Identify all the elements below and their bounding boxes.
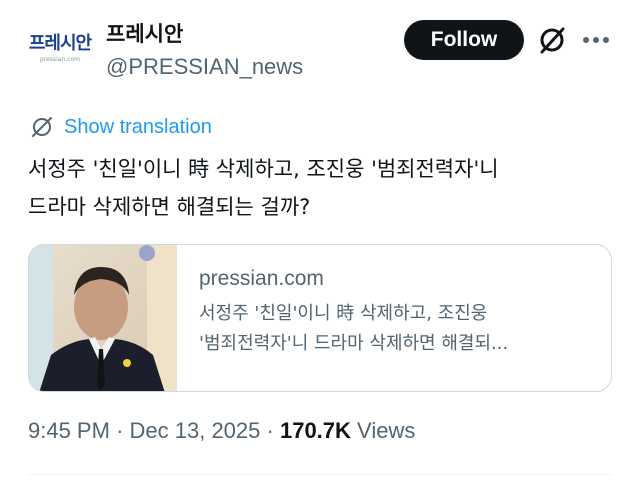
show-translation-link[interactable]: Show translation bbox=[30, 112, 212, 142]
views-count: 170.7K bbox=[279, 418, 351, 443]
card-thumbnail-image bbox=[29, 245, 177, 391]
meta-separator: · bbox=[116, 418, 124, 443]
account-avatar[interactable]: 프레시안 pressian.com bbox=[24, 20, 96, 76]
divider bbox=[28, 474, 612, 475]
more-dots-icon[interactable] bbox=[580, 26, 612, 54]
tweet-date[interactable]: Dec 13, 2025 bbox=[130, 418, 261, 443]
account-handle[interactable]: @PRESSIAN_news bbox=[106, 54, 303, 80]
card-domain: pressian.com bbox=[199, 267, 324, 290]
link-card[interactable]: pressian.com 서정주 '친일'이니 時 삭제하고, 조진웅 '범죄전… bbox=[28, 244, 612, 392]
follow-button[interactable]: Follow bbox=[404, 20, 524, 60]
account-display-name[interactable]: 프레시안 bbox=[106, 18, 183, 48]
tweet-header: 프레시안 pressian.com 프레시안 @PRESSIAN_news Fo… bbox=[0, 0, 640, 96]
meta-separator: · bbox=[266, 418, 274, 443]
tweet-time[interactable]: 9:45 PM bbox=[28, 418, 110, 443]
card-text: pressian.com 서정주 '친일'이니 時 삭제하고, 조진웅 '범죄전… bbox=[199, 267, 599, 359]
globe-icon bbox=[32, 117, 52, 137]
card-title: 서정주 '친일'이니 時 삭제하고, 조진웅 '범죄전력자'니 드라마 삭제하면… bbox=[199, 303, 509, 354]
show-translation-label: Show translation bbox=[64, 115, 212, 138]
avatar-logo-subtext: pressian.com bbox=[40, 55, 80, 63]
views-label: Views bbox=[357, 418, 416, 443]
avatar-logo-text: 프레시안 bbox=[28, 32, 92, 54]
tweet-meta: 9:45 PM · Dec 13, 2025 · 170.7K Views bbox=[28, 418, 415, 444]
tweet-text: 서정주 '친일'이니 時 삭제하고, 조진웅 '범죄전력자'니 드라마 삭제하면… bbox=[28, 157, 499, 219]
grok-slash-icon[interactable] bbox=[536, 24, 568, 56]
